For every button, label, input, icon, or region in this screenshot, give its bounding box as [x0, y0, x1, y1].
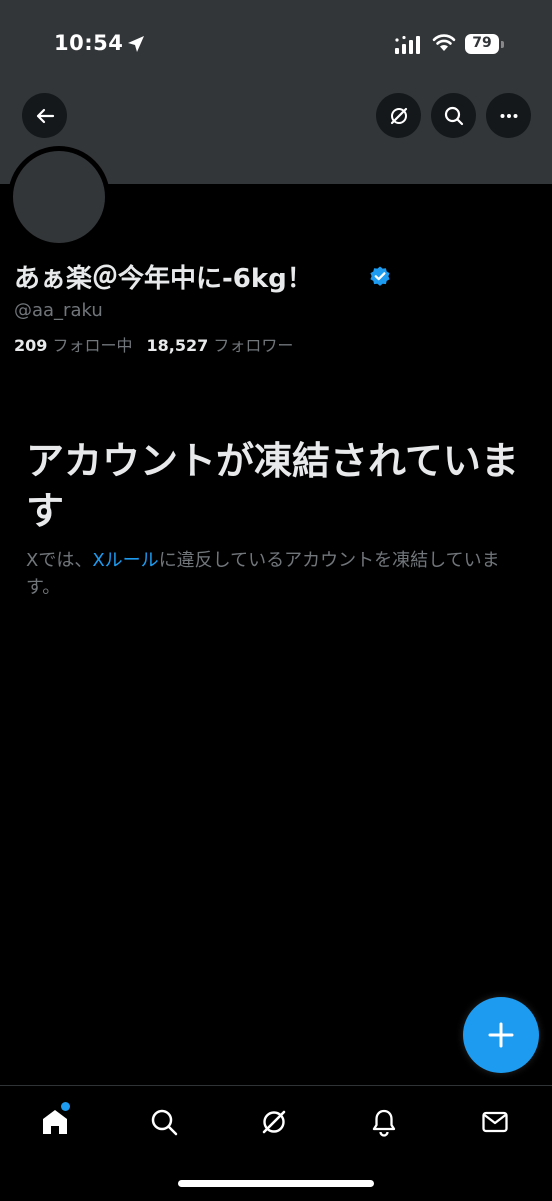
suspension-text-prefix: Xでは、: [26, 550, 93, 571]
grok-button[interactable]: [376, 93, 421, 138]
cellular-signal-icon: [395, 36, 420, 54]
verified-badge-icon[interactable]: [368, 265, 392, 289]
display-name: あぁ楽＠今年中に-6kg！: [14, 264, 313, 294]
battery-icon: 79: [465, 34, 505, 56]
tab-messages[interactable]: [477, 1104, 513, 1140]
grok-icon: [390, 107, 407, 124]
plus-icon: [488, 1022, 514, 1048]
tab-search[interactable]: [146, 1104, 182, 1140]
search-icon: [151, 1109, 178, 1136]
search-icon: [444, 106, 463, 125]
location-arrow-icon: [128, 36, 144, 52]
follow-stats: 209 フォロー中 18,527 フォロワー: [14, 332, 293, 356]
tab-notifications[interactable]: [366, 1104, 402, 1140]
notifications-bell-icon: [372, 1109, 396, 1137]
followers-label: フォロワー: [213, 336, 294, 355]
following-label: フォロー中: [52, 336, 133, 355]
followers-link[interactable]: 18,527 フォロワー: [147, 336, 294, 355]
followers-count: 18,527: [146, 336, 209, 355]
wifi-icon: [432, 34, 456, 51]
compose-button[interactable]: [463, 997, 539, 1073]
search-button[interactable]: [431, 93, 476, 138]
more-button[interactable]: [486, 93, 531, 138]
suspension-title: アカウントが凍結されています: [26, 439, 519, 533]
x-rules-link[interactable]: Xルール: [92, 550, 158, 571]
home-icon: [43, 1110, 67, 1134]
tab-home[interactable]: [37, 1102, 73, 1140]
following-link[interactable]: 209 フォロー中: [14, 336, 133, 355]
avatar[interactable]: [13, 151, 105, 243]
suspension-message: Xでは、Xルールに違反しているアカウントを凍結しています。: [26, 547, 531, 601]
home-notification-dot: [61, 1102, 70, 1111]
messages-envelope-icon: [482, 1111, 508, 1133]
battery-level: 79: [472, 35, 492, 51]
home-indicator: [178, 1180, 374, 1187]
status-time: 10:54: [54, 31, 124, 55]
status-bar: 10:54 79: [0, 0, 552, 90]
battery-tip: [501, 41, 504, 48]
back-arrow-icon: [36, 108, 54, 123]
tab-grok[interactable]: [256, 1104, 292, 1140]
grok-icon: [262, 1110, 286, 1134]
handle: @aa_raku: [14, 300, 103, 321]
back-button[interactable]: [22, 93, 67, 138]
following-count: 209: [14, 336, 48, 355]
more-icon: [500, 113, 517, 118]
